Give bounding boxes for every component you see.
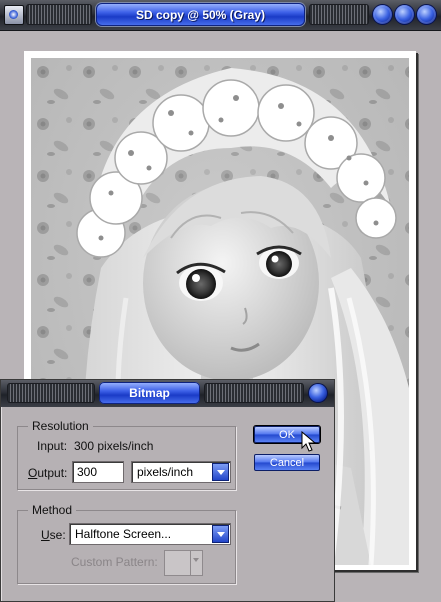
close-icon[interactable] [417, 5, 436, 24]
output-unit-select[interactable]: pixels/inch [131, 461, 231, 483]
chevron-down-icon [190, 551, 202, 575]
input-resolution-label: Input: [37, 439, 68, 453]
method-use-label: Use: [41, 528, 66, 542]
dialog-grip-right [204, 383, 304, 403]
mouse-pointer-icon [301, 431, 317, 452]
bitmap-dialog: Bitmap Resolution Input: 300 pixels/inch… [0, 379, 335, 602]
custom-pattern-label: Custom Pattern: [71, 555, 158, 569]
chevron-down-icon[interactable] [212, 525, 229, 543]
titlebar-grip-right [309, 4, 369, 25]
input-resolution-value: 300 pixels/inch [74, 439, 154, 453]
method-use-value: Halftone Screen... [75, 527, 172, 541]
document-titlebar[interactable]: SD copy @ 50% (Gray) [0, 0, 441, 31]
cancel-button[interactable]: Cancel [254, 454, 320, 471]
custom-pattern-picker [164, 550, 203, 576]
output-resolution-input[interactable]: 300 [72, 461, 124, 483]
chevron-down-icon[interactable] [212, 463, 229, 481]
method-use-select[interactable]: Halftone Screen... [69, 523, 231, 545]
dialog-grip-left [7, 383, 95, 403]
resolution-group-label: Resolution [28, 419, 93, 433]
output-resolution-label: Output: [28, 466, 68, 480]
dialog-title: Bitmap [99, 382, 200, 404]
minimize-icon[interactable] [373, 5, 392, 24]
document-title: SD copy @ 50% (Gray) [96, 3, 305, 26]
dialog-close-icon[interactable] [309, 384, 327, 402]
output-unit-value: pixels/inch [137, 465, 194, 479]
titlebar-grip-left [26, 4, 92, 25]
dialog-titlebar[interactable]: Bitmap [1, 380, 334, 407]
method-group: Method [17, 503, 236, 584]
photoshop-app-icon[interactable] [4, 5, 24, 25]
maximize-icon[interactable] [395, 5, 414, 24]
method-group-label: Method [28, 503, 77, 517]
